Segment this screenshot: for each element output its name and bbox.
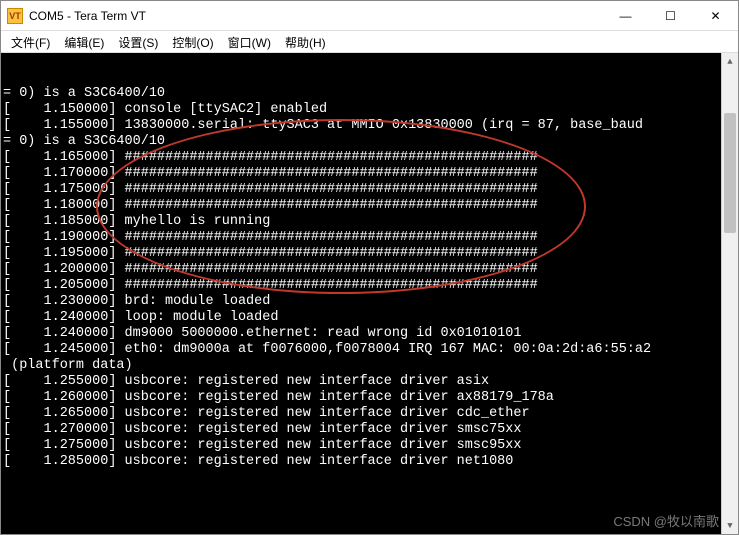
titlebar[interactable]: VT COM5 - Tera Term VT — ☐ ✕ <box>1 1 738 31</box>
window-title: COM5 - Tera Term VT <box>29 9 603 23</box>
menu-help[interactable]: 帮助(H) <box>279 33 332 50</box>
menu-setup[interactable]: 设置(S) <box>112 33 164 50</box>
close-button[interactable]: ✕ <box>693 1 738 30</box>
menu-edit[interactable]: 编辑(E) <box>58 33 110 50</box>
menu-control[interactable]: 控制(O) <box>166 33 219 50</box>
menu-window[interactable]: 窗口(W) <box>222 33 277 50</box>
terminal-lines: = 0) is a S3C6400/10 [ 1.150000] console… <box>3 86 736 470</box>
maximize-button[interactable]: ☐ <box>648 1 693 30</box>
minimize-button[interactable]: — <box>603 1 648 30</box>
scrollbar-thumb[interactable] <box>724 113 736 233</box>
menu-file[interactable]: 文件(F) <box>5 33 56 50</box>
scroll-down-icon[interactable]: ▼ <box>722 517 738 534</box>
scroll-up-icon[interactable]: ▲ <box>722 53 738 70</box>
vertical-scrollbar[interactable]: ▲ ▼ <box>721 53 738 534</box>
terminal-output[interactable]: = 0) is a S3C6400/10 [ 1.150000] console… <box>1 53 738 534</box>
window-controls: — ☐ ✕ <box>603 1 738 30</box>
app-icon: VT <box>7 8 23 24</box>
app-window: VT COM5 - Tera Term VT — ☐ ✕ 文件(F) 编辑(E)… <box>0 0 739 535</box>
menubar: 文件(F) 编辑(E) 设置(S) 控制(O) 窗口(W) 帮助(H) <box>1 31 738 53</box>
watermark-text: CSDN @牧以南歌〆 <box>613 514 732 530</box>
